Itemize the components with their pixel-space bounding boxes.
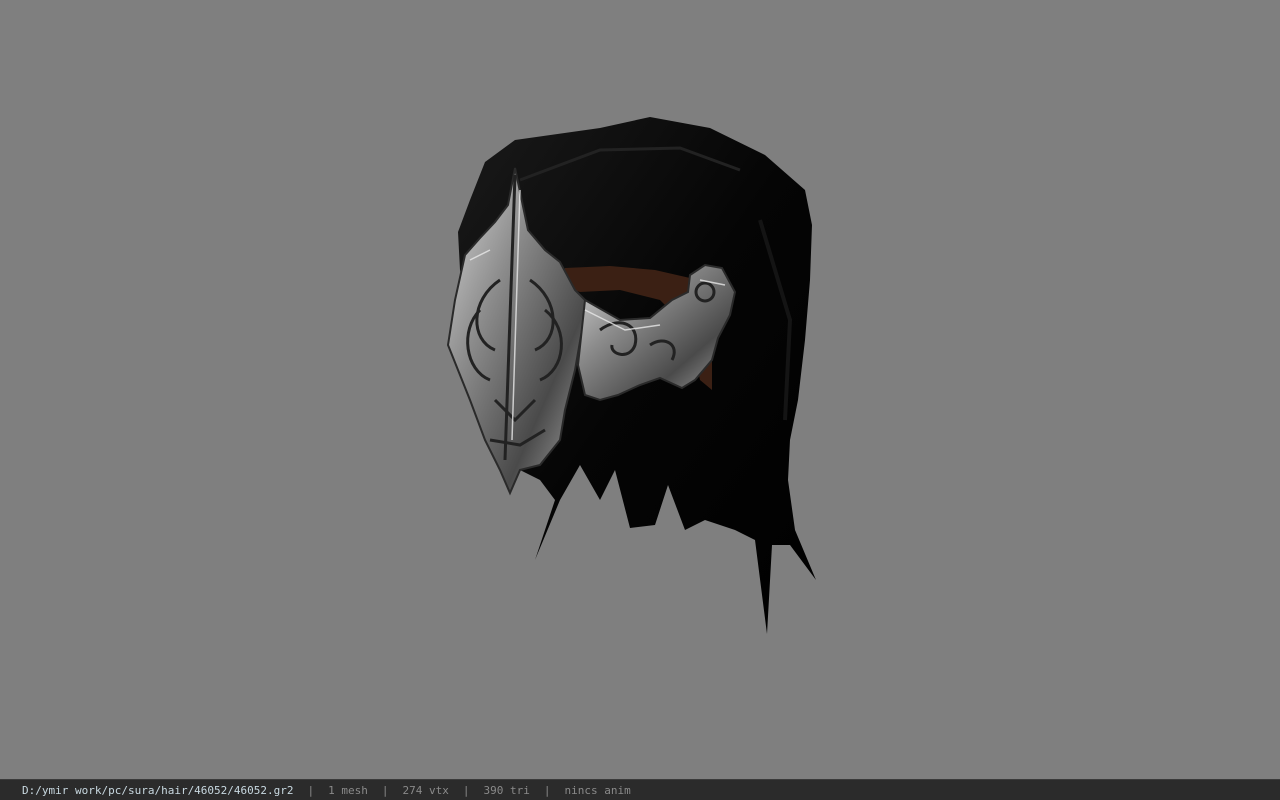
model-render: [446, 117, 816, 634]
status-separator: |: [381, 783, 389, 797]
3d-viewport[interactable]: [0, 0, 1280, 779]
status-separator: |: [462, 783, 470, 797]
mesh-count: 1 mesh: [328, 783, 368, 797]
file-path: D:/ymir work/pc/sura/hair/46052/46052.gr…: [22, 783, 294, 797]
vertex-count: 274 vtx: [402, 783, 449, 797]
status-separator: |: [307, 783, 315, 797]
status-bar: D:/ymir work/pc/sura/hair/46052/46052.gr…: [0, 779, 1280, 800]
animation-status: nincs anim: [564, 783, 631, 797]
status-separator: |: [543, 783, 551, 797]
triangle-count: 390 tri: [483, 783, 530, 797]
